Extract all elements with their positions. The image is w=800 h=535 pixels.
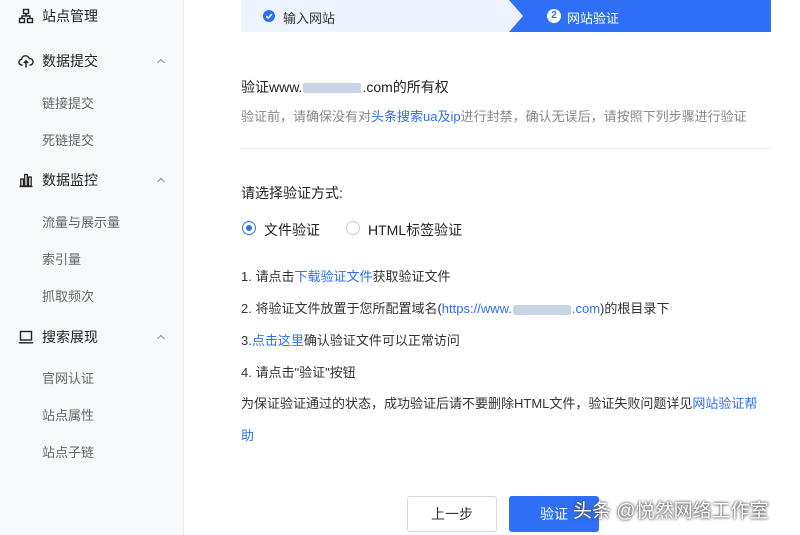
- sidebar-subitem-crawl[interactable]: 抓取频次: [42, 286, 94, 305]
- laptop-icon: [18, 330, 34, 344]
- method-label: 请选择验证方式:: [241, 185, 343, 201]
- download-file-link[interactable]: 下载验证文件: [294, 269, 372, 284]
- sidebar-subitem-site-attr[interactable]: 站点属性: [42, 405, 94, 424]
- chevron-up-icon[interactable]: [156, 332, 166, 342]
- click-here-link[interactable]: 点击这里: [252, 333, 304, 348]
- sidebar-subitem-index[interactable]: 索引量: [42, 249, 81, 268]
- main-content: 输入网站 2 网站验证 验证www. .com的所有权 验证前，请确保没有对头条搜…: [184, 0, 800, 535]
- sidebar-item-search-display[interactable]: 搜索展现: [0, 325, 184, 349]
- step-number-badge: 2: [547, 9, 561, 23]
- url-prefix: https://www.: [441, 301, 512, 316]
- instruction-step-2: 2. 将验证文件放置于您所配置域名(https://www. .com)的根目录下: [241, 298, 669, 317]
- sidebar-subitem-link-submit[interactable]: 链接提交: [42, 93, 94, 112]
- option-html-tag-verify[interactable]: HTML标签验证: [368, 220, 462, 240]
- desc-suffix: 进行封禁，确认无误后，请按照下列步骤进行验证: [460, 109, 747, 124]
- divider: [241, 148, 771, 149]
- sidebar-subitem-official-cert[interactable]: 官网认证: [42, 368, 94, 387]
- step-label: 网站验证: [567, 11, 620, 26]
- domain-url-link[interactable]: https://www. .com: [442, 301, 600, 316]
- chevron-up-icon[interactable]: [156, 56, 166, 66]
- stepper: 输入网站 2 网站验证: [241, 0, 771, 32]
- step-text: 3.: [241, 333, 252, 348]
- watermark: 头条 @悦然网络工作室: [573, 501, 769, 522]
- instruction-step-1: 1. 请点击下载验证文件获取验证文件: [241, 266, 451, 285]
- ua-ip-link[interactable]: 头条搜索ua及ip: [371, 109, 461, 124]
- verify-description: 验证前，请确保没有对头条搜索ua及ip进行封禁，确认无误后，请按照下列步骤进行验…: [241, 106, 747, 125]
- chevron-up-icon[interactable]: [156, 175, 166, 185]
- sidebar-item-site-management[interactable]: 站点管理: [0, 4, 184, 28]
- verify-help-link-cont[interactable]: 助: [241, 425, 254, 444]
- sitemap-icon: [18, 8, 34, 24]
- cloud-upload-icon: [18, 55, 34, 68]
- title-suffix: .com的所有权: [362, 79, 449, 95]
- sidebar-subitem-deadlink-submit[interactable]: 死链提交: [42, 130, 94, 149]
- verify-title: 验证www. .com的所有权: [241, 77, 449, 97]
- title-prefix: 验证www.: [241, 79, 303, 95]
- blurred-domain: [512, 304, 571, 315]
- step-text: 2. 将验证文件放置于您所配置域名(: [241, 301, 442, 316]
- step-text: 1. 请点击: [241, 269, 295, 284]
- sidebar: 站点管理 数据提交 链接提交 死链提交 数据监控 流量与展示量 索引量 抓取频次: [0, 0, 184, 535]
- step-label: 输入网站: [283, 11, 336, 26]
- desc-prefix: 验证前，请确保没有对: [241, 109, 372, 124]
- sidebar-subitem-traffic[interactable]: 流量与展示量: [42, 212, 120, 231]
- previous-step-button[interactable]: 上一步: [407, 496, 497, 532]
- step-text: 确认验证文件可以正常访问: [303, 333, 460, 348]
- bar-chart-icon: [19, 173, 33, 188]
- note-text: 为保证验证通过的状态，成功验证后请不要删除HTML文件，验证失败问题详见: [241, 396, 693, 411]
- check-circle-icon: [263, 10, 275, 22]
- radio-html-tag-verify[interactable]: [346, 221, 360, 235]
- sidebar-item-data-submit[interactable]: 数据提交: [0, 49, 184, 73]
- step-site-verify[interactable]: 2 网站验证: [509, 0, 771, 32]
- sidebar-item-label: 站点管理: [42, 8, 98, 24]
- step-text: )的根目录下: [600, 301, 670, 316]
- radio-file-verify[interactable]: [242, 221, 256, 235]
- blurred-domain: [303, 83, 362, 94]
- instruction-note: 为保证验证通过的状态，成功验证后请不要删除HTML文件，验证失败问题详见网站验证…: [241, 393, 757, 412]
- verify-help-link[interactable]: 网站验证帮: [692, 396, 757, 411]
- sidebar-item-label: 数据监控: [42, 172, 98, 188]
- sidebar-subitem-sitelinks[interactable]: 站点子链: [42, 442, 94, 461]
- step-text: 获取验证文件: [372, 269, 451, 284]
- instruction-step-4: 4. 请点击"验证"按钮: [241, 365, 356, 380]
- sidebar-item-data-monitor[interactable]: 数据监控: [0, 168, 184, 192]
- sidebar-item-label: 搜索展现: [42, 329, 98, 345]
- option-file-verify[interactable]: 文件验证: [264, 220, 320, 240]
- sidebar-item-label: 数据提交: [42, 53, 98, 69]
- url-suffix: .com: [571, 301, 601, 316]
- step-enter-site[interactable]: 输入网站: [241, 0, 531, 32]
- instruction-step-3: 3.点击这里确认验证文件可以正常访问: [241, 330, 460, 349]
